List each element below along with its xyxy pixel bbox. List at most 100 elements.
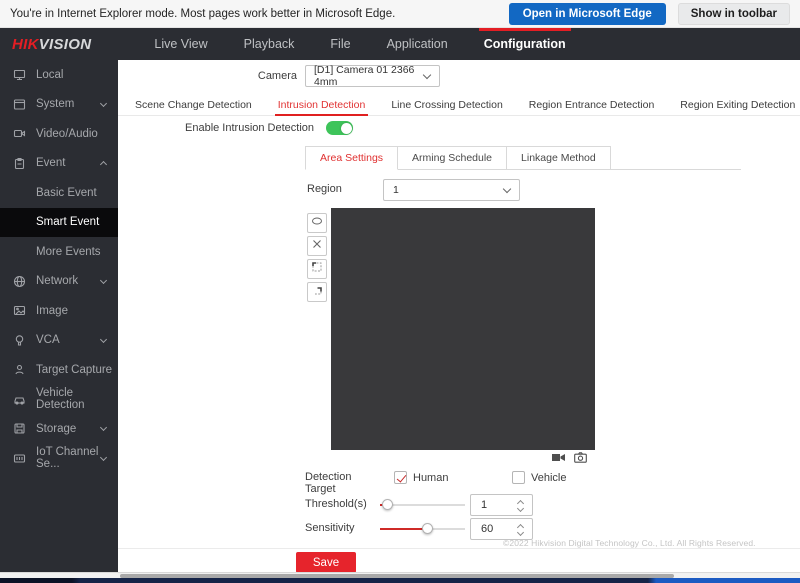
sidebar-item-image[interactable]: Image (0, 296, 118, 326)
chevron-down-icon (503, 185, 511, 193)
threshold-slider[interactable] (380, 498, 465, 512)
chevron-down-icon (100, 277, 107, 284)
car-icon (13, 392, 27, 406)
chevron-down-icon (100, 336, 107, 343)
threshold-value: 1 (481, 499, 487, 511)
nav-file[interactable]: File (327, 28, 353, 60)
tab-region-entrance-detection[interactable]: Region Entrance Detection (529, 94, 655, 115)
chevron-down-icon (100, 424, 107, 431)
ie-mode-bar: You're in Internet Explorer mode. Most p… (0, 0, 800, 28)
chevron-down-icon (100, 100, 107, 107)
region-label: Region (307, 183, 342, 195)
area-drawing-panel (307, 208, 595, 464)
open-in-edge-button[interactable]: Open in Microsoft Edge (509, 3, 666, 25)
sidebar-item-network[interactable]: Network (0, 267, 118, 297)
slider-thumb[interactable] (382, 499, 393, 510)
sidebar-item-target-capture[interactable]: Target Capture (0, 355, 118, 385)
chevron-up-icon (100, 161, 107, 168)
sidebar-item-label: Event (36, 157, 65, 169)
draw-area-icon (311, 214, 323, 232)
sidebar-item-storage[interactable]: Storage (0, 414, 118, 444)
show-in-toolbar-button[interactable]: Show in toolbar (678, 3, 790, 25)
sidebar-item-smart-event[interactable]: Smart Event (0, 208, 118, 238)
main-content: Camera [D1] Camera 01 2366 4mm Scene Cha… (118, 60, 800, 572)
sidebar-item-local[interactable]: Local (0, 60, 118, 90)
draw-area-button[interactable] (307, 213, 327, 233)
threshold-label: Threshold(s) (305, 498, 367, 510)
capture-strip (331, 450, 595, 464)
threshold-spinner[interactable]: 1 (470, 494, 533, 516)
camera-select-value: [D1] Camera 01 2366 4mm (314, 64, 439, 88)
spinner-down-icon[interactable] (517, 529, 524, 536)
main-nav: Live View Playback File Application Conf… (151, 28, 568, 60)
logo-vision-text: VISION (39, 36, 92, 53)
monitor-icon (13, 68, 27, 82)
sensitivity-slider[interactable] (380, 522, 465, 536)
person-icon (13, 363, 27, 377)
image-icon (13, 304, 27, 318)
sidebar-item-label: Target Capture (36, 364, 112, 376)
clear-area-button[interactable] (307, 236, 327, 256)
globe-icon (13, 274, 27, 288)
tab-line-crossing-detection[interactable]: Line Crossing Detection (391, 94, 502, 115)
subtab-area-settings[interactable]: Area Settings (305, 146, 398, 170)
save-button[interactable]: Save (296, 552, 356, 573)
sidebar: Local System Video/Audio Event Basic Eve… (0, 60, 118, 572)
detection-target-label: Detection Target (305, 471, 351, 495)
sidebar-item-label: Vehicle Detection (36, 387, 118, 411)
sidebar-item-system[interactable]: System (0, 90, 118, 120)
tab-scene-change-detection[interactable]: Scene Change Detection (135, 94, 252, 115)
sidebar-item-label: Local (36, 69, 64, 81)
taskbar-edge (0, 578, 800, 583)
target-vehicle: Vehicle (512, 471, 566, 484)
slider-fill (380, 528, 428, 530)
max-size-icon (311, 260, 323, 278)
clipboard-icon (13, 156, 27, 170)
camera-select[interactable]: [D1] Camera 01 2366 4mm (305, 65, 440, 87)
sensitivity-spinner[interactable]: 60 (470, 518, 533, 540)
sidebar-item-label: Storage (36, 423, 76, 435)
app-header: HIKVISION Live View Playback File Applic… (0, 28, 800, 60)
min-size-button[interactable] (307, 282, 327, 302)
tab-intrusion-detection[interactable]: Intrusion Detection (278, 94, 366, 115)
sidebar-item-video-audio[interactable]: Video/Audio (0, 119, 118, 149)
nav-application[interactable]: Application (384, 28, 451, 60)
max-size-button[interactable] (307, 259, 327, 279)
sidebar-item-event[interactable]: Event (0, 149, 118, 179)
barcode-icon (13, 451, 27, 465)
enable-intrusion-toggle[interactable] (326, 121, 353, 135)
snapshot-camera-icon[interactable] (574, 452, 587, 463)
video-preview-canvas[interactable] (331, 208, 595, 450)
sidebar-item-label: Video/Audio (36, 128, 98, 140)
human-checkbox[interactable] (394, 471, 407, 484)
spinner-down-icon[interactable] (517, 505, 524, 512)
sidebar-item-label: VCA (36, 334, 60, 346)
settings-subtabs: Area Settings Arming Schedule Linkage Me… (305, 145, 741, 170)
sidebar-item-more-events[interactable]: More Events (0, 237, 118, 267)
human-label: Human (413, 472, 448, 484)
sensitivity-label: Sensitivity (305, 522, 355, 534)
sensitivity-value: 60 (481, 523, 493, 535)
nav-configuration[interactable]: Configuration (481, 28, 569, 60)
sidebar-item-vca[interactable]: VCA (0, 326, 118, 356)
logo-hik-text: HIK (12, 36, 39, 53)
window-icon (13, 97, 27, 111)
vehicle-checkbox[interactable] (512, 471, 525, 484)
sidebar-item-iot-channel[interactable]: IoT Channel Se... (0, 444, 118, 474)
tab-region-exiting-detection[interactable]: Region Exiting Detection (680, 94, 795, 115)
subtab-linkage-method[interactable]: Linkage Method (507, 146, 611, 170)
subtab-arming-schedule[interactable]: Arming Schedule (398, 146, 507, 170)
video-icon (13, 127, 27, 141)
sidebar-item-basic-event[interactable]: Basic Event (0, 178, 118, 208)
slider-track (380, 504, 465, 506)
nav-live-view[interactable]: Live View (151, 28, 210, 60)
enable-row: Enable Intrusion Detection (185, 121, 353, 135)
vehicle-label: Vehicle (531, 472, 566, 484)
sidebar-item-vehicle-detection[interactable]: Vehicle Detection (0, 385, 118, 415)
slider-thumb[interactable] (422, 523, 433, 534)
nav-playback[interactable]: Playback (241, 28, 298, 60)
region-select[interactable]: 1 (383, 179, 520, 201)
record-video-icon[interactable] (551, 452, 566, 463)
hikvision-logo: HIKVISION (12, 28, 91, 60)
region-select-value: 1 (393, 184, 399, 196)
